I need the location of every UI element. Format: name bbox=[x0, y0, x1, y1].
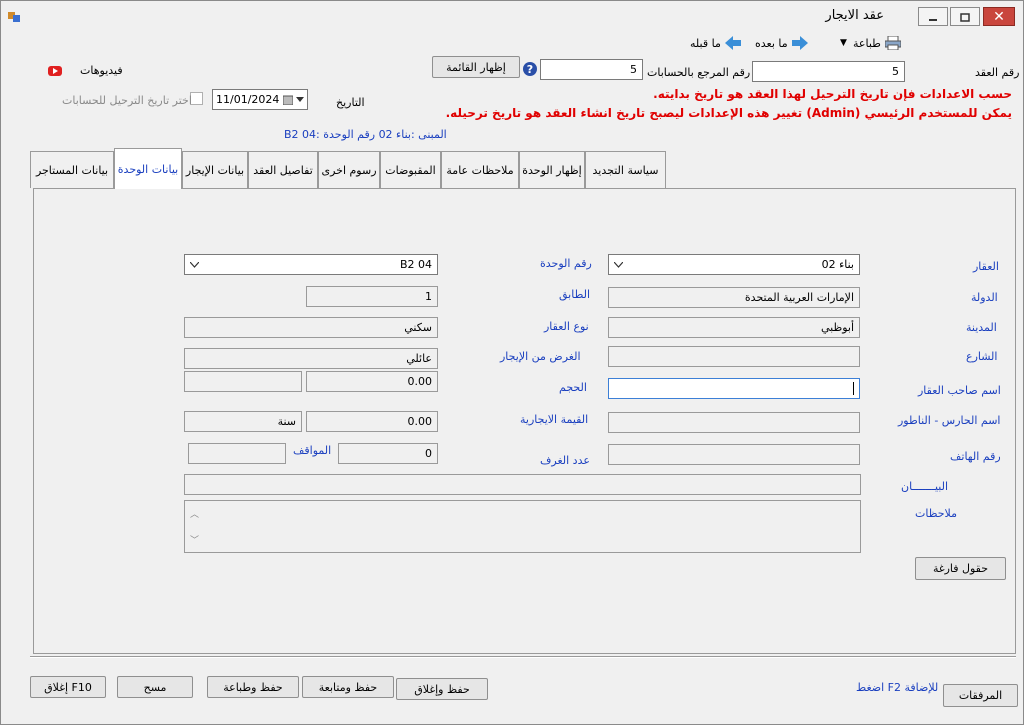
property-label: العقار bbox=[973, 260, 999, 273]
minimize-button[interactable] bbox=[918, 7, 948, 26]
maximize-button[interactable] bbox=[950, 7, 980, 26]
footer-separator bbox=[30, 656, 1016, 658]
city-field: أبوظبي bbox=[608, 317, 860, 338]
tab-unit-data[interactable]: بيانات الوحدة bbox=[114, 148, 182, 189]
reference-number-field[interactable]: 5 bbox=[540, 59, 643, 80]
phone-field bbox=[608, 444, 860, 465]
window-title: عقد الايجار bbox=[825, 8, 884, 23]
property-select[interactable]: بناء 02 bbox=[608, 254, 860, 275]
owner-name-field[interactable] bbox=[608, 378, 860, 399]
rooms-count-field: 0 bbox=[338, 443, 438, 464]
save-close-button[interactable]: حفظ وإغلاق bbox=[396, 678, 488, 700]
chevron-down-icon bbox=[190, 261, 199, 268]
owner-name-label: اسم صاحب العقار bbox=[918, 384, 1001, 397]
floor-label: الطابق bbox=[559, 288, 591, 301]
calendar-icon bbox=[283, 95, 293, 105]
chevron-down-icon bbox=[296, 96, 304, 102]
unit-number-select[interactable]: B2 04 bbox=[184, 254, 438, 275]
arrow-left-icon bbox=[724, 36, 741, 50]
youtube-icon bbox=[48, 65, 62, 76]
date-label: التاريخ bbox=[336, 96, 365, 109]
app-icon bbox=[8, 12, 20, 22]
rental-value-label: القيمة الايجارية bbox=[520, 413, 589, 426]
floor-field: 1 bbox=[306, 286, 438, 307]
guard-name-label: اسم الحارس - الناطور bbox=[898, 414, 1001, 427]
videos-link[interactable]: فيديوهات bbox=[48, 64, 123, 77]
add-hint: اضغط F2 للإضافة bbox=[856, 681, 939, 694]
close-icon: ✕ bbox=[993, 8, 1005, 25]
size-unit-field bbox=[184, 371, 302, 392]
clear-button[interactable]: مسح bbox=[117, 676, 193, 698]
tab-other-fees[interactable]: رسوم اخرى bbox=[318, 151, 380, 188]
contract-number-field[interactable]: 5 bbox=[752, 61, 905, 82]
empty-fields-button[interactable]: حقول فارغة bbox=[915, 557, 1006, 580]
scroll-down-icon: ﹀ bbox=[190, 536, 200, 546]
street-field bbox=[608, 346, 860, 367]
tab-strip: بيانات المستاجر بيانات الوحدة بيانات الإ… bbox=[30, 148, 667, 189]
notes-scrollbar[interactable]: ︿ ﹀ bbox=[190, 501, 199, 552]
posting-date-checkbox[interactable] bbox=[190, 92, 203, 105]
notice-admin-settings: يمكن للمستخدم الرئيسي (Admin) تغيير هذه … bbox=[445, 106, 1012, 120]
property-type-label: نوع العقار bbox=[544, 320, 589, 333]
svg-text:?: ? bbox=[527, 63, 533, 76]
help-button[interactable]: ? bbox=[522, 61, 538, 77]
tab-receipts[interactable]: المقبوضات bbox=[380, 151, 441, 188]
rent-purpose-field: عائلي bbox=[184, 348, 438, 369]
tab-tenant-data[interactable]: بيانات المستاجر bbox=[30, 151, 114, 188]
tab-general-notes[interactable]: ملاحظات عامة bbox=[441, 151, 519, 188]
building-unit-info: المبنى :بناء 02 رقم الوحدة :04 B2 bbox=[284, 128, 447, 141]
tab-show-unit[interactable]: إظهار الوحدة bbox=[519, 151, 585, 188]
phone-label: رقم الهاتف bbox=[950, 450, 1001, 463]
statement-field bbox=[184, 474, 861, 495]
print-button[interactable]: ▼ طباعة bbox=[840, 36, 901, 50]
tab-contract-details[interactable]: تفاصيل العقد bbox=[248, 151, 318, 188]
country-label: الدولة bbox=[971, 291, 998, 304]
scroll-up-icon: ︿ bbox=[190, 510, 200, 520]
close-button[interactable]: إغلاق F10 bbox=[30, 676, 106, 698]
minimize-icon bbox=[929, 18, 937, 21]
save-print-button[interactable]: حفظ وطباعة bbox=[207, 676, 299, 698]
printer-icon bbox=[884, 36, 901, 50]
posting-date-checkbox-label: اختر تاريخ الترحيل للحسابات bbox=[62, 94, 192, 107]
save-continue-button[interactable]: حفظ ومتابعة bbox=[302, 676, 394, 698]
previous-record-button[interactable]: ما قبله bbox=[690, 36, 741, 50]
notes-area: ︿ ﹀ bbox=[184, 500, 861, 553]
attachments-button[interactable]: المرفقات bbox=[943, 684, 1018, 707]
rental-value-field: 0.00 bbox=[306, 411, 438, 432]
size-field: 0.00 bbox=[306, 371, 438, 392]
restore-icon bbox=[960, 12, 970, 22]
street-label: الشارع bbox=[966, 350, 998, 363]
tab-renewal-policy[interactable]: سياسة التجديد bbox=[585, 151, 666, 188]
reference-number-label: رقم المرجع بالحسابات bbox=[647, 66, 751, 79]
statement-label: البيـــــــان bbox=[901, 480, 949, 493]
parking-field bbox=[188, 443, 286, 464]
rent-period-field: سنة bbox=[184, 411, 302, 432]
notes-label: ملاحظات bbox=[915, 507, 957, 520]
help-icon: ? bbox=[523, 62, 537, 76]
guard-name-field bbox=[608, 412, 860, 433]
chevron-down-icon bbox=[614, 261, 623, 268]
date-picker[interactable]: 11/01/2024 bbox=[212, 89, 308, 110]
property-type-field: سكني bbox=[184, 317, 438, 338]
rent-purpose-label: الغرض من الإيجار bbox=[500, 350, 581, 363]
show-list-button[interactable]: إظهار القائمة bbox=[432, 56, 520, 78]
close-window-button[interactable]: ✕ bbox=[983, 7, 1015, 26]
parking-label: المواقف bbox=[293, 444, 332, 457]
size-label: الحجم bbox=[559, 381, 587, 394]
text-caret bbox=[853, 382, 854, 395]
country-field: الإمارات العربية المتحدة bbox=[608, 287, 860, 308]
contract-number-label: رقم العقد bbox=[975, 66, 1020, 79]
arrow-right-icon bbox=[791, 36, 808, 50]
notice-posting-date: حسب الاعدادات فإن تاريخ الترحيل لهذا الع… bbox=[653, 87, 1012, 101]
unit-number-label: رقم الوحدة bbox=[540, 257, 592, 270]
next-record-button[interactable]: ما بعده bbox=[755, 36, 808, 50]
dropdown-arrow-icon: ▼ bbox=[840, 37, 847, 48]
rooms-count-label: عدد الغرف bbox=[540, 454, 590, 467]
city-label: المدينة bbox=[966, 321, 997, 334]
tab-rent-data[interactable]: بيانات الإيجار bbox=[182, 151, 248, 188]
